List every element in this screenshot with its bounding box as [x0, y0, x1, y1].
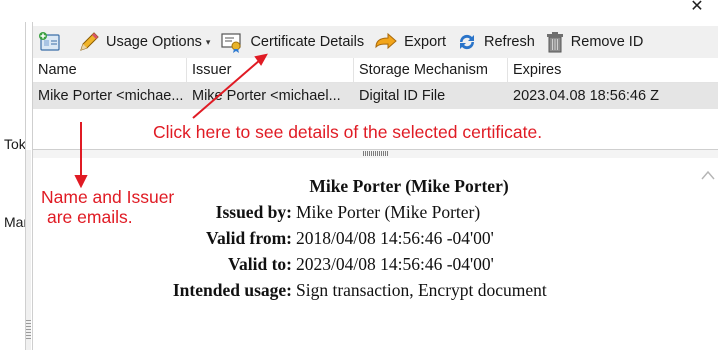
detail-label: Intended usage:	[172, 280, 292, 300]
close-icon[interactable]: ✕	[690, 0, 704, 15]
refresh-button[interactable]: Refresh	[451, 28, 540, 56]
detail-row: Intended usage: Sign transaction, Encryp…	[33, 280, 718, 304]
table-row[interactable]: Mike Porter <michae... Mike Porter <mich…	[33, 83, 718, 109]
export-arrow-icon	[375, 32, 397, 50]
refresh-label: Refresh	[484, 34, 535, 50]
trash-icon	[546, 32, 563, 53]
scroll-grip[interactable]	[26, 320, 31, 340]
add-id-icon	[39, 32, 60, 51]
detail-value: 2023/04/08 14:56:46 -04'00'	[296, 254, 494, 274]
certificate-details-button[interactable]: Certificate Details	[215, 28, 369, 56]
cell-name: Mike Porter <michae...	[38, 88, 184, 104]
export-label: Export	[404, 34, 446, 50]
table-header: Name Issuer Storage Mechanism Expires	[33, 58, 718, 83]
refresh-icon	[459, 34, 475, 50]
toolbar: Usage Options ▾ Certificate Details Expo…	[33, 26, 718, 58]
detail-label: Valid to:	[227, 254, 292, 274]
cell-issuer: Mike Porter <michael...	[192, 88, 341, 104]
background-window-fragment: Tok Man	[0, 22, 31, 350]
detail-value: Mike Porter (Mike Porter)	[296, 202, 481, 222]
detail-row: Valid from: 2018/04/08 14:56:46 -04'00'	[33, 228, 718, 252]
certificate-details-label: Certificate Details	[250, 34, 365, 50]
export-button[interactable]: Export	[369, 28, 451, 56]
scrollbar[interactable]	[26, 150, 31, 350]
usage-options-button[interactable]: Usage Options ▾	[73, 28, 215, 56]
cell-expires: 2023.04.08 18:56:46 Z	[513, 88, 659, 104]
splitter-grip-icon[interactable]	[363, 151, 389, 156]
detail-value: Sign transaction, Encrypt document	[296, 280, 547, 300]
detail-row: Valid to: 2023/04/08 14:56:46 -04'00'	[33, 254, 718, 278]
annotation-details-hint: Click here to see details of the selecte…	[153, 122, 543, 142]
chevron-down-icon: ▾	[205, 36, 211, 47]
detail-label: Issued by:	[215, 202, 292, 222]
background-label-fragment: Tok	[4, 136, 26, 152]
detail-label: Valid from:	[205, 228, 292, 248]
remove-id-button[interactable]: Remove ID	[540, 28, 649, 56]
column-header-expires[interactable]: Expires	[508, 58, 718, 82]
column-header-storage[interactable]: Storage Mechanism	[354, 58, 508, 82]
pencil-icon	[80, 32, 99, 51]
cell-storage: Digital ID File	[359, 88, 446, 104]
column-header-issuer[interactable]: Issuer	[187, 58, 354, 82]
add-id-button[interactable]	[33, 28, 73, 56]
certificate-icon	[221, 33, 242, 53]
detail-value: 2018/04/08 14:56:46 -04'00'	[296, 228, 494, 248]
usage-options-label: Usage Options	[106, 34, 202, 50]
digital-ids-panel: Usage Options ▾ Certificate Details Expo…	[32, 22, 718, 350]
annotation-email-hint: Name and Issuer are emails.	[41, 187, 175, 227]
remove-id-label: Remove ID	[570, 34, 644, 50]
column-header-name[interactable]: Name	[33, 58, 187, 82]
